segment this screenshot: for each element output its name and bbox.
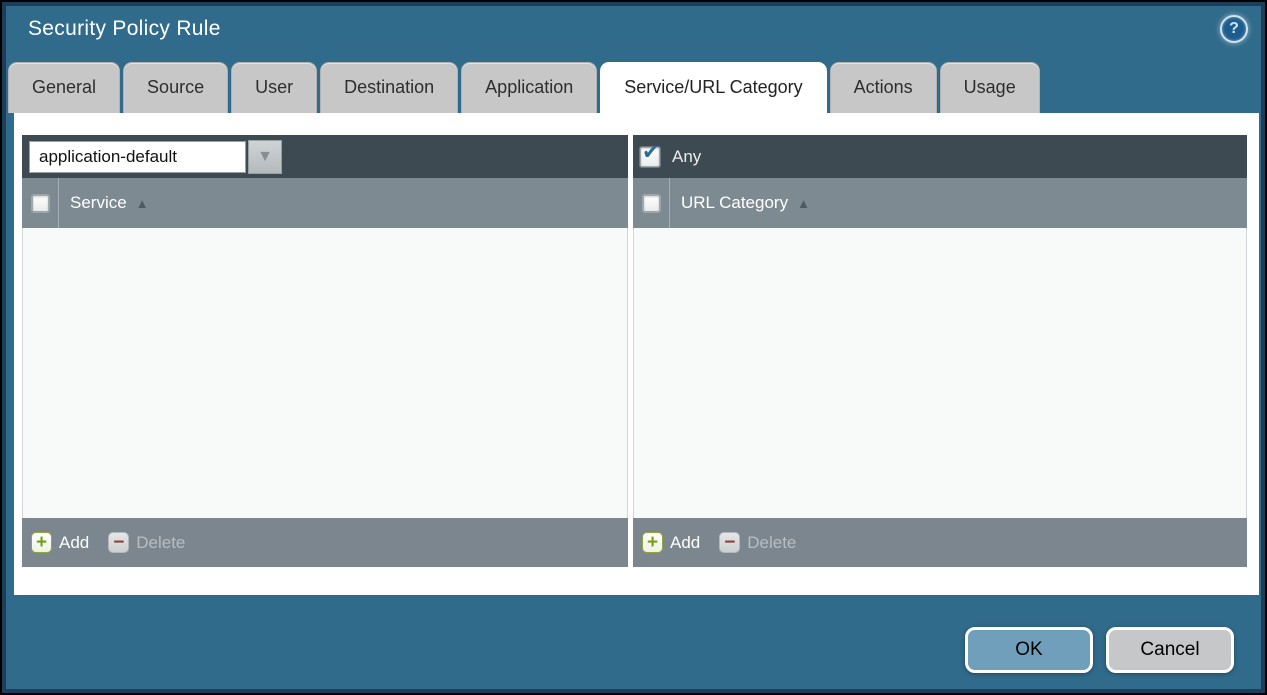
service-type-value[interactable]: application-default bbox=[29, 141, 246, 173]
url-category-panel: ✔ Any URL Category ▲ + Add bbox=[633, 135, 1247, 567]
service-panel-footer: + Add − Delete bbox=[22, 518, 628, 567]
help-icon[interactable]: ? bbox=[1220, 15, 1248, 43]
minus-icon: − bbox=[719, 532, 740, 553]
tab-general[interactable]: General bbox=[8, 62, 120, 113]
plus-icon: + bbox=[31, 532, 52, 553]
service-table-header: Service ▲ bbox=[22, 178, 628, 228]
service-select-all-cell bbox=[22, 178, 59, 228]
any-checkbox[interactable]: ✔ bbox=[640, 147, 660, 167]
delete-service-button[interactable]: − Delete bbox=[108, 532, 185, 553]
service-column-label: Service bbox=[70, 193, 127, 213]
service-type-dropdown[interactable]: application-default ▼ bbox=[29, 140, 282, 174]
service-column-header[interactable]: Service ▲ bbox=[59, 178, 149, 228]
url-category-list[interactable] bbox=[633, 228, 1247, 518]
add-service-button[interactable]: + Add bbox=[31, 532, 89, 553]
delete-url-category-label: Delete bbox=[747, 533, 796, 553]
security-policy-rule-dialog: Security Policy Rule ? General Source Us… bbox=[2, 2, 1265, 693]
any-label: Any bbox=[672, 147, 701, 167]
minus-icon: − bbox=[108, 532, 129, 553]
sort-ascending-icon: ▲ bbox=[136, 196, 149, 211]
add-service-label: Add bbox=[59, 533, 89, 553]
url-category-table-header: URL Category ▲ bbox=[633, 178, 1247, 228]
url-category-column-header[interactable]: URL Category ▲ bbox=[670, 178, 810, 228]
service-list[interactable] bbox=[22, 228, 628, 518]
delete-url-category-button[interactable]: − Delete bbox=[719, 532, 796, 553]
service-panel: application-default ▼ Service ▲ + bbox=[22, 135, 628, 567]
url-category-select-all-checkbox[interactable] bbox=[643, 195, 660, 212]
url-category-column-label: URL Category bbox=[681, 193, 788, 213]
check-icon: ✔ bbox=[642, 142, 660, 163]
tab-destination[interactable]: Destination bbox=[320, 62, 458, 113]
add-url-category-button[interactable]: + Add bbox=[642, 532, 700, 553]
tab-bar: General Source User Destination Applicat… bbox=[8, 62, 1040, 113]
question-mark-glyph: ? bbox=[1229, 20, 1239, 38]
tab-content: application-default ▼ Service ▲ + bbox=[14, 113, 1259, 595]
ok-button[interactable]: OK bbox=[965, 627, 1093, 673]
sort-ascending-icon: ▲ bbox=[797, 196, 810, 211]
plus-icon: + bbox=[642, 532, 663, 553]
url-category-panel-footer: + Add − Delete bbox=[633, 518, 1247, 567]
dialog-title: Security Policy Rule bbox=[28, 17, 221, 41]
tab-application[interactable]: Application bbox=[461, 62, 597, 113]
tab-user[interactable]: User bbox=[231, 62, 317, 113]
service-select-all-checkbox[interactable] bbox=[32, 195, 49, 212]
tab-service-url-category[interactable]: Service/URL Category bbox=[600, 62, 826, 113]
add-url-category-label: Add bbox=[670, 533, 700, 553]
url-category-select-all-cell bbox=[633, 178, 670, 228]
tab-source[interactable]: Source bbox=[123, 62, 228, 113]
tab-actions[interactable]: Actions bbox=[830, 62, 937, 113]
chevron-down-icon: ▼ bbox=[257, 148, 273, 166]
delete-service-label: Delete bbox=[136, 533, 185, 553]
tab-usage[interactable]: Usage bbox=[940, 62, 1040, 113]
url-category-toolbar: ✔ Any bbox=[633, 135, 1247, 178]
dropdown-arrow-button[interactable]: ▼ bbox=[248, 140, 282, 174]
service-panel-toolbar: application-default ▼ bbox=[22, 135, 628, 178]
dialog-action-buttons: OK Cancel bbox=[965, 627, 1234, 673]
cancel-button[interactable]: Cancel bbox=[1106, 627, 1234, 673]
